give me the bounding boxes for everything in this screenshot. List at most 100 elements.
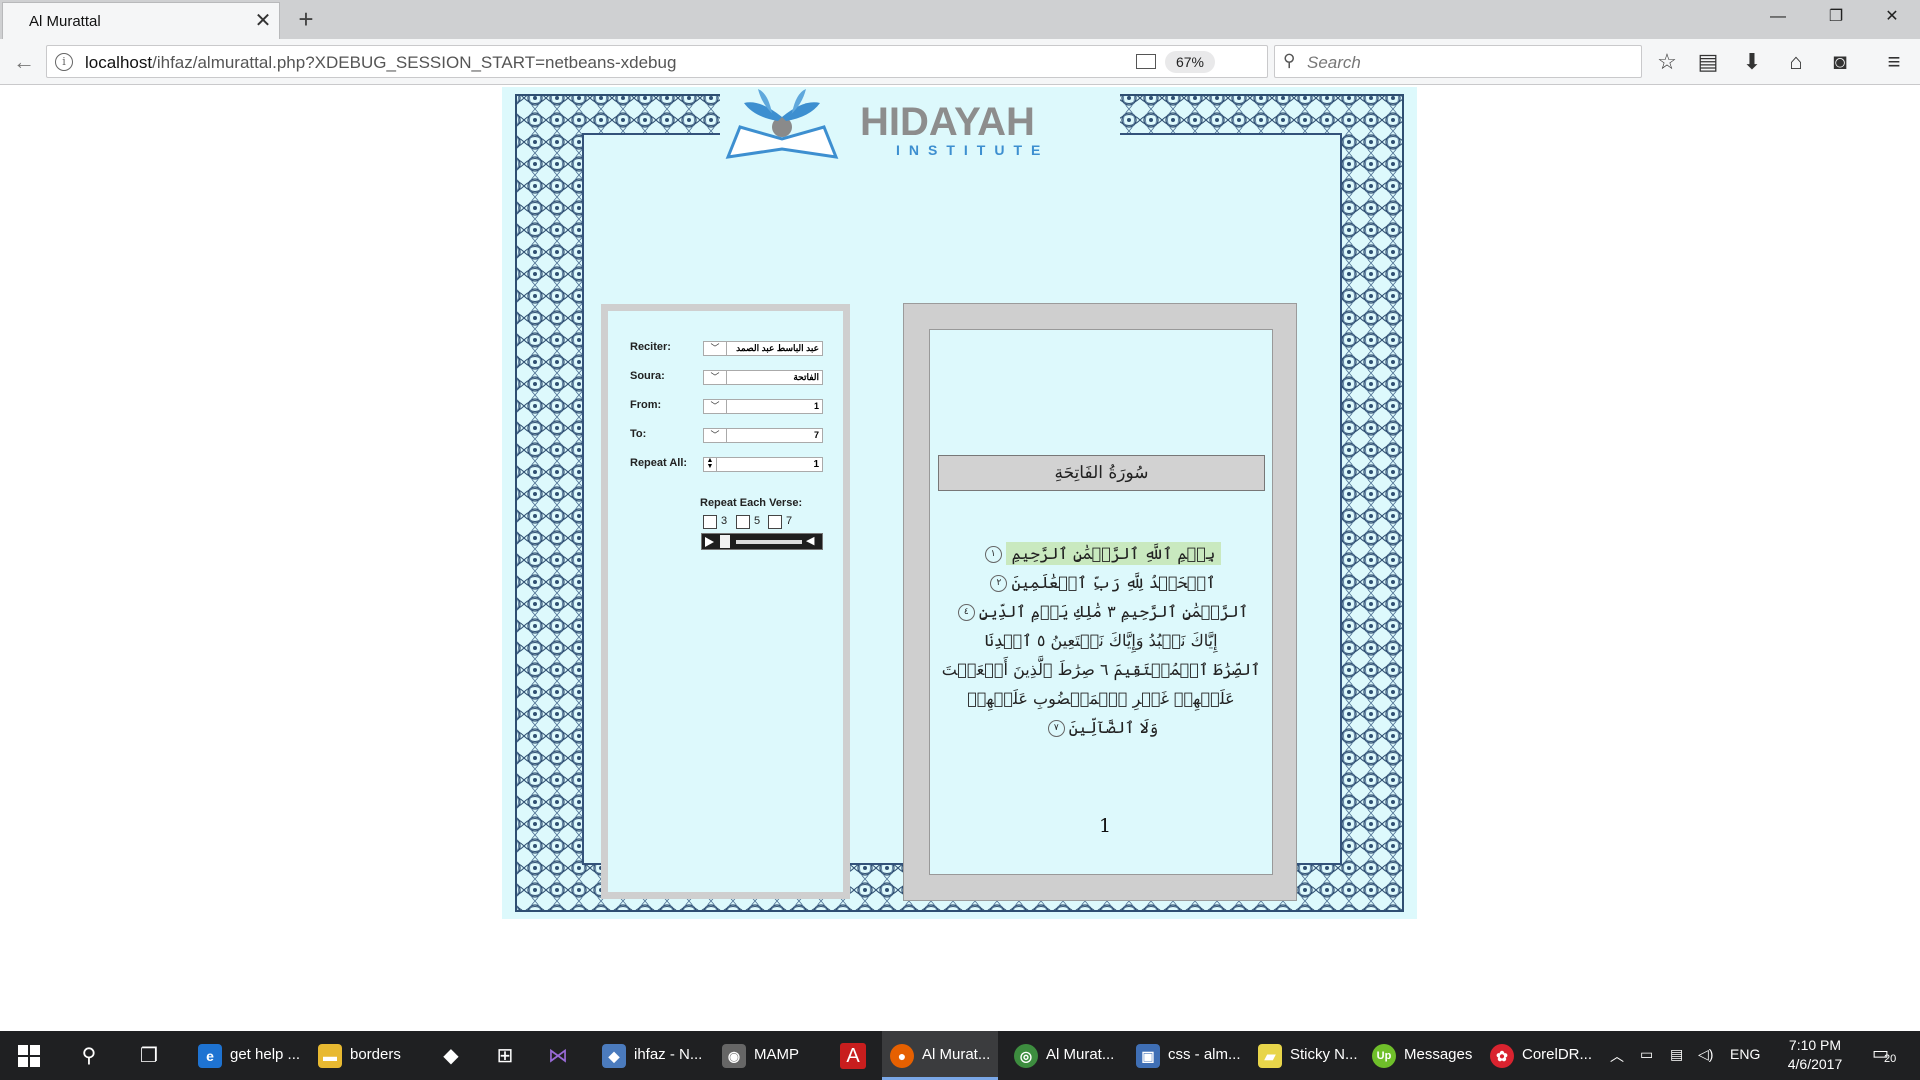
taskbar-app-netbeans[interactable]: ◆ ihfaz - N... — [594, 1031, 706, 1080]
from-label: From: — [630, 399, 662, 411]
back-arrow-icon[interactable]: ← — [10, 48, 38, 76]
taskbar-app-label: get help ... — [230, 1046, 301, 1063]
ayah-number-marker: ٤ — [957, 604, 975, 621]
tab-al-murattal[interactable]: Al Murattal ✕ — [2, 2, 280, 39]
close-tab-icon[interactable]: ✕ — [251, 9, 275, 33]
to-value: 7 — [813, 430, 819, 440]
taskbar-app-borders[interactable]: ▬ borders — [310, 1031, 422, 1080]
to-select[interactable]: ﹀ 7 — [703, 428, 823, 443]
ayah-line-3[interactable]: ٱلرَّحۡمَٰنِ ٱلرَّحِيمِ ٣ مَٰلِكِ يَوۡمِ… — [930, 600, 1272, 624]
from-value: 1 — [813, 401, 819, 411]
store-icon[interactable]: ⊞ — [492, 1043, 518, 1069]
url-text: localhost/ihfaz/almurattal.php?XDEBUG_SE… — [85, 53, 676, 73]
close-window-icon[interactable]: ✕ — [1872, 4, 1912, 30]
seek-handle[interactable] — [720, 535, 730, 548]
taskbar-app-edge[interactable]: e get help ... — [190, 1031, 302, 1080]
repeat-3-checkbox[interactable] — [703, 515, 717, 529]
ayah-number-marker: ٢ — [990, 575, 1008, 592]
taskbar-app-mamp[interactable]: ◉ MAMP — [714, 1031, 826, 1080]
ayah-line-1[interactable]: بِسۡمِ ٱللَّهِ ٱلرَّحۡمَٰنِ ٱلرَّحِيمِ١ — [930, 542, 1272, 566]
search-box[interactable]: ⚲ Search — [1274, 45, 1642, 78]
new-tab-button[interactable]: + — [292, 5, 320, 33]
upwork-icon: Up — [1372, 1044, 1396, 1068]
battery-icon[interactable]: ▭ — [1640, 1046, 1653, 1063]
player-controls-panel: Reciter: ﹀ عبد الباسط عبد الصمد Soura: ﹀… — [601, 304, 850, 899]
ayah-line-4[interactable]: إِيَّاكَ نَعۡبُدُ وَإِيَّاكَ نَسۡتَعِينُ… — [930, 629, 1272, 653]
repeat-5-checkbox[interactable] — [736, 515, 750, 529]
show-hidden-icons-icon[interactable]: ︿ — [1610, 1046, 1624, 1066]
download-icon[interactable]: ⬇ — [1738, 48, 1766, 76]
reciter-value: عبد الباسط عبد الصمد — [736, 343, 819, 353]
ayah-number-marker: ٧ — [1047, 720, 1065, 737]
language-indicator[interactable]: ENG — [1730, 1046, 1760, 1062]
taskbar-app-label: css - alm... — [1168, 1046, 1241, 1063]
taskbar-app-coreldraw[interactable]: ✿ CorelDR... — [1482, 1031, 1598, 1080]
navigation-toolbar: ← i localhost/ihfaz/almurattal.php?XDEBU… — [0, 39, 1920, 85]
zoom-level-badge[interactable]: 67% — [1165, 51, 1215, 73]
reciter-select[interactable]: ﹀ عبد الباسط عبد الصمد — [703, 341, 823, 356]
chevron-down-icon: ﹀ — [704, 371, 727, 384]
site-info-icon[interactable]: i — [55, 53, 73, 71]
menu-hamburger-icon[interactable]: ≡ — [1880, 48, 1908, 76]
soura-select[interactable]: ﹀ الفاتحة — [703, 370, 823, 385]
repeat-7-label: 7 — [786, 515, 793, 527]
stepper-arrows-icon[interactable]: ▲ ▼ — [704, 457, 717, 471]
minimize-icon[interactable]: — — [1758, 4, 1798, 30]
volume-icon[interactable]: ◁) — [1698, 1046, 1713, 1063]
search-icon[interactable]: ⚲ — [76, 1043, 102, 1069]
repeat-all-value: 1 — [813, 459, 819, 470]
taskbar-app-label: Al Murat... — [1046, 1046, 1115, 1063]
ayah-line-2[interactable]: ٱلۡحَمۡدُ لِلَّهِ رَبِّ ٱلۡعَٰلَمِينَ٢ — [930, 571, 1272, 595]
windows-taskbar: ⚲ ❐ e get help ... ▬ borders ◆ ⊞ ⋈ ◆ ihf… — [0, 1031, 1920, 1080]
page-number: 1 — [1098, 815, 1112, 837]
mushaf-page: سُورَةُ الفَاتِحَةِ بِسۡمِ ٱللَّهِ ٱلرَّ… — [929, 329, 1273, 875]
reader-view-icon[interactable] — [1136, 54, 1156, 69]
task-view-icon[interactable]: ❐ — [136, 1043, 162, 1069]
volume-icon[interactable]: ◀ — [806, 536, 820, 547]
seek-track[interactable] — [736, 540, 802, 544]
ayah-number-marker: ١ — [984, 546, 1002, 563]
tab-title: Al Murattal — [29, 13, 101, 30]
taskbar-app-firefox[interactable]: ● Al Murat... — [882, 1031, 998, 1080]
bookmarks-library-icon[interactable]: ▤ — [1694, 48, 1722, 76]
taskbar-app-label: borders — [350, 1046, 401, 1063]
taskbar-app-sticky-notes[interactable]: ▰ Sticky N... — [1250, 1031, 1366, 1080]
netbeans-icon: ◆ — [602, 1044, 626, 1068]
taskbar-app-label: Al Murat... — [922, 1046, 991, 1063]
taskbar-app-filezilla[interactable]: ▣ css - alm... — [1128, 1031, 1244, 1080]
pocket-icon[interactable]: ◙ — [1826, 48, 1854, 76]
repeat-7-checkbox[interactable] — [768, 515, 782, 529]
repeat-all-stepper[interactable]: ▲ ▼ 1 — [703, 457, 823, 472]
play-icon[interactable] — [705, 537, 714, 547]
search-icon: ⚲ — [1283, 51, 1296, 70]
taskbar-app-messages[interactable]: Up Messages — [1364, 1031, 1480, 1080]
network-icon[interactable]: ▤ — [1670, 1046, 1683, 1063]
acrobat-icon[interactable]: A — [840, 1043, 866, 1069]
sticky-notes-icon: ▰ — [1258, 1044, 1282, 1068]
visual-studio-icon[interactable]: ⋈ — [545, 1043, 571, 1069]
restore-icon[interactable]: ❐ — [1816, 4, 1856, 30]
mamp-icon: ◉ — [722, 1044, 746, 1068]
coreldraw-icon: ✿ — [1490, 1044, 1514, 1068]
audio-player: ◀ — [701, 533, 823, 550]
from-select[interactable]: ﹀ 1 — [703, 399, 823, 414]
ayah-line-6[interactable]: عَلَيۡهِمۡ غَيۡرِ ٱلۡمَغۡضُوبِ عَلَيۡهِم… — [930, 687, 1272, 711]
home-icon[interactable]: ⌂ — [1782, 48, 1810, 76]
bookmark-star-icon[interactable]: ☆ — [1653, 48, 1681, 76]
clock-date: 4/6/2017 — [1787, 1056, 1843, 1072]
system-clock[interactable]: 7:10 PM 4/6/2017 — [1770, 1036, 1860, 1074]
ayah-line-7[interactable]: وَلَا ٱلضَّآلِّينَ٧ — [930, 716, 1272, 740]
repeat-all-label: Repeat All: — [630, 457, 688, 469]
repeat-each-verse-label: Repeat Each Verse: — [700, 497, 803, 509]
soura-value: الفاتحة — [793, 372, 819, 382]
chrome-icon: ◎ — [1014, 1044, 1038, 1068]
ayah-line-5[interactable]: ٱلصِّرَٰطَ ٱلۡمُسۡتَقِيمَ ٦ صِرَٰطَ ٱلَّ… — [930, 658, 1272, 682]
address-bar[interactable]: i localhost/ihfaz/almurattal.php?XDEBUG_… — [46, 45, 1297, 78]
chevron-down-icon: ﹀ — [704, 342, 727, 355]
notepad-icon[interactable]: ◆ — [438, 1043, 464, 1069]
ayah-text: ٱلۡحَمۡدُ لِلَّهِ رَبِّ ٱلۡعَٰلَمِينَ — [1011, 573, 1216, 592]
filezilla-icon: ▣ — [1136, 1044, 1160, 1068]
windows-start-icon[interactable] — [18, 1045, 40, 1067]
ayah-text: ٱلرَّحۡمَٰنِ ٱلرَّحِيمِ ٣ مَٰلِكِ يَوۡمِ… — [978, 602, 1249, 621]
taskbar-app-chrome[interactable]: ◎ Al Murat... — [1006, 1031, 1122, 1080]
